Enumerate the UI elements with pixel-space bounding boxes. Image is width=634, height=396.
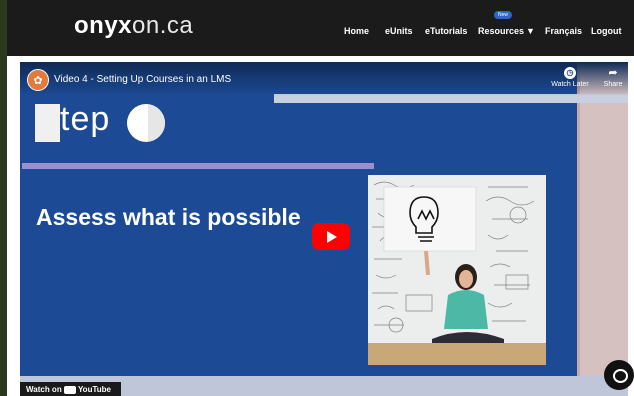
step-text: tep xyxy=(60,100,111,138)
slide-headline: Assess what is possible xyxy=(36,204,301,230)
slide-right-stripe xyxy=(577,62,580,396)
share-label: Share xyxy=(603,81,623,88)
new-badge: New xyxy=(494,11,512,19)
photo-illustration xyxy=(368,175,546,365)
youtube-icon xyxy=(63,385,76,394)
channel-avatar[interactable]: ✿ xyxy=(27,69,49,91)
clock-icon: ◷ xyxy=(564,67,576,79)
nav-resources-label: Resources xyxy=(478,26,525,36)
step-number-circle xyxy=(127,104,165,142)
nav-resources[interactable]: Resources ▼ xyxy=(478,26,535,36)
logo-strong-text: onyx xyxy=(74,12,133,39)
site-logo[interactable]: onyxon.ca xyxy=(74,12,193,40)
slide-right-panel xyxy=(577,62,628,396)
chat-bubble-icon xyxy=(613,369,628,383)
share-button[interactable]: ➦ Share xyxy=(600,67,626,88)
nav-etutorials[interactable]: eTutorials xyxy=(425,26,467,36)
watch-later-label: Watch Later xyxy=(551,81,589,88)
lightbulb-photo xyxy=(368,175,546,365)
chat-button[interactable] xyxy=(604,360,634,390)
caret-down-icon: ▼ xyxy=(526,26,535,36)
nav-home[interactable]: Home xyxy=(344,26,369,36)
wooden-floor xyxy=(368,343,546,365)
divider-line xyxy=(22,163,374,169)
logo-light-text: on.ca xyxy=(132,12,194,39)
video-player[interactable]: ✿ Video 4 - Setting Up Courses in an LMS… xyxy=(20,62,628,396)
share-arrow-icon: ➦ xyxy=(608,67,618,79)
nav-francais[interactable]: Français xyxy=(545,26,582,36)
watch-on-label: Watch on xyxy=(26,385,62,394)
video-title[interactable]: Video 4 - Setting Up Courses in an LMS xyxy=(54,74,231,85)
play-icon xyxy=(327,231,337,243)
watch-on-youtube[interactable]: Watch on YouTube xyxy=(20,382,121,396)
left-edge-strip xyxy=(0,0,7,396)
youtube-label: YouTube xyxy=(77,385,111,394)
play-button[interactable] xyxy=(312,223,350,250)
step-circle-shade xyxy=(148,104,165,142)
site-header: onyxon.ca Home eUnits eTutorials New Res… xyxy=(0,0,634,396)
step-first-letter-block xyxy=(35,104,60,142)
nav-logout[interactable]: Logout xyxy=(591,26,622,36)
nav-eunits[interactable]: eUnits xyxy=(385,26,413,36)
watch-later-button[interactable]: ◷ Watch Later xyxy=(548,67,592,88)
